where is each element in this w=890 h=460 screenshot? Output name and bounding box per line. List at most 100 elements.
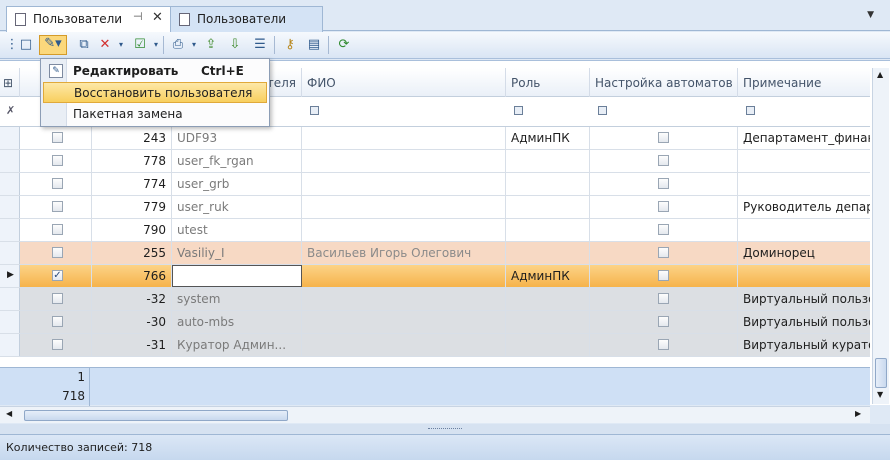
row-note[interactable]: Виртуальный куратор (738, 334, 870, 356)
automata-checkbox[interactable] (658, 132, 669, 143)
table-row[interactable]: -31 Куратор Админ... Виртуальный куратор (0, 334, 870, 357)
automata-checkbox[interactable] (658, 201, 669, 212)
automata-checkbox[interactable] (658, 293, 669, 304)
table-row[interactable]: 774 user_grb (0, 173, 870, 196)
key-icon[interactable]: ⚷ (282, 37, 298, 53)
close-icon[interactable]: ✕ (152, 10, 163, 25)
row-fio[interactable] (302, 311, 506, 333)
row-fio[interactable] (302, 173, 506, 195)
automata-checkbox[interactable] (658, 339, 669, 350)
row-fio[interactable] (302, 288, 506, 310)
column-chooser-icon[interactable]: ⊞ (0, 68, 20, 97)
row-fio[interactable] (302, 334, 506, 356)
menu-item-edit[interactable]: ✎ Редактировать Ctrl+E (43, 61, 267, 82)
row-role[interactable] (506, 196, 590, 218)
pin-icon[interactable]: ⊣ (133, 10, 143, 23)
book-icon[interactable]: ▤ (306, 37, 322, 53)
row-fio[interactable]: Васильев Игорь Олегович (302, 242, 506, 264)
row-fio[interactable] (302, 150, 506, 172)
row-role[interactable] (506, 288, 590, 310)
row-username[interactable]: user_fk_rgan (172, 150, 302, 172)
tab-users-active[interactable]: Пользователи ⊣ ✕ (6, 6, 171, 32)
table-row[interactable]: 243UDF93 АдминПК Департамент_финансов (0, 127, 870, 150)
table-row[interactable]: ▶ ✓ 766 АдминПК (0, 265, 870, 288)
row-select-checkbox[interactable] (52, 155, 63, 166)
filter-automata-icon[interactable] (598, 106, 607, 115)
tab-users-second[interactable]: Пользователи (170, 6, 323, 32)
table-row[interactable]: 779user_ruk Руководитель департамента (0, 196, 870, 219)
vertical-scrollbar[interactable]: ▲ ▼ (872, 68, 889, 404)
dropdown-icon[interactable]: ▾ (113, 37, 129, 53)
row-username[interactable]: system (172, 288, 302, 310)
row-fio[interactable] (302, 265, 506, 287)
list-icon[interactable]: ☰ (252, 37, 268, 53)
horizontal-scroll-thumb[interactable] (24, 410, 288, 421)
menu-item-restore-user[interactable]: Восстановить пользователя (43, 82, 267, 103)
row-username[interactable] (172, 265, 302, 287)
header-role[interactable]: Роль (506, 68, 590, 97)
row-select-checkbox[interactable] (52, 339, 63, 350)
row-role[interactable]: АдминПК (506, 127, 590, 149)
horizontal-scrollbar[interactable]: ◀ ▶ (0, 406, 870, 423)
table-row[interactable]: 778 user_fk_rgan (0, 150, 870, 173)
row-username[interactable]: auto-mbs (172, 311, 302, 333)
row-role[interactable] (506, 150, 590, 172)
row-select-checkbox[interactable] (52, 132, 63, 143)
import-icon[interactable]: ⇩ (227, 37, 243, 53)
scroll-right-icon[interactable]: ▶ (855, 409, 861, 418)
row-note[interactable] (738, 219, 870, 241)
row-note[interactable] (738, 173, 870, 195)
row-select-checkbox[interactable] (52, 178, 63, 189)
check-icon[interactable]: ☑ (132, 37, 148, 53)
header-note[interactable]: Примечание (738, 68, 870, 97)
row-note[interactable]: Виртуальный пользователь (738, 288, 870, 310)
scroll-down-icon[interactable]: ▼ (877, 390, 883, 399)
row-note[interactable]: Виртуальный пользователь (738, 311, 870, 333)
row-select-checkbox[interactable] (52, 224, 63, 235)
row-note[interactable] (738, 150, 870, 172)
row-select-checkbox[interactable] (52, 201, 63, 212)
row-role[interactable]: АдминПК (506, 265, 590, 287)
menu-item-batch-replace[interactable]: Пакетная замена (43, 104, 267, 125)
automata-checkbox[interactable] (658, 178, 669, 189)
row-username[interactable]: user_grb (172, 173, 302, 195)
refresh-icon[interactable]: ⟳ (336, 37, 352, 53)
row-role[interactable] (506, 242, 590, 264)
automata-checkbox[interactable] (658, 155, 669, 166)
row-username[interactable]: UDF93 (172, 127, 302, 149)
row-username[interactable]: utest (172, 219, 302, 241)
edit-dropdown-button[interactable]: ✎▾ (39, 35, 67, 55)
tab-list-dropdown-icon[interactable]: ▼ (867, 10, 874, 20)
row-role[interactable] (506, 334, 590, 356)
scroll-up-icon[interactable]: ▲ (877, 70, 883, 79)
table-row[interactable]: -30auto-mbs Виртуальный пользователь (0, 311, 870, 334)
row-select-checkbox[interactable] (52, 316, 63, 327)
row-note[interactable]: Руководитель департамента (738, 196, 870, 218)
row-username[interactable]: Vasiliy_I (172, 242, 302, 264)
export-icon[interactable]: ⇪ (203, 37, 219, 53)
new-icon[interactable]: □ (18, 37, 34, 53)
row-role[interactable] (506, 173, 590, 195)
row-note[interactable]: Доминорец (738, 242, 870, 264)
vertical-scroll-thumb[interactable] (875, 358, 887, 388)
row-username[interactable]: Куратор Админ... (172, 334, 302, 356)
row-note[interactable] (738, 265, 870, 287)
row-note[interactable]: Департамент_финансов (738, 127, 870, 149)
scroll-left-icon[interactable]: ◀ (6, 409, 12, 418)
row-select-checkbox[interactable]: ✓ (52, 270, 63, 281)
delete-icon[interactable]: ✕ (97, 37, 113, 53)
row-username[interactable]: user_ruk (172, 196, 302, 218)
dropdown-icon[interactable]: ▾ (186, 37, 202, 53)
row-fio[interactable] (302, 196, 506, 218)
dropdown-icon[interactable]: ▾ (148, 37, 164, 53)
table-row[interactable]: 790 utest (0, 219, 870, 242)
row-role[interactable] (506, 311, 590, 333)
row-select-checkbox[interactable] (52, 247, 63, 258)
panel-splitter[interactable] (0, 424, 890, 434)
automata-checkbox[interactable] (658, 224, 669, 235)
header-automata[interactable]: Настройка автоматов (590, 68, 738, 97)
table-row[interactable]: 255 Vasiliy_I Васильев Игорь Олегович Домин… (0, 242, 870, 265)
row-role[interactable] (506, 219, 590, 241)
filter-role-icon[interactable] (514, 106, 523, 115)
automata-checkbox[interactable] (658, 247, 669, 258)
